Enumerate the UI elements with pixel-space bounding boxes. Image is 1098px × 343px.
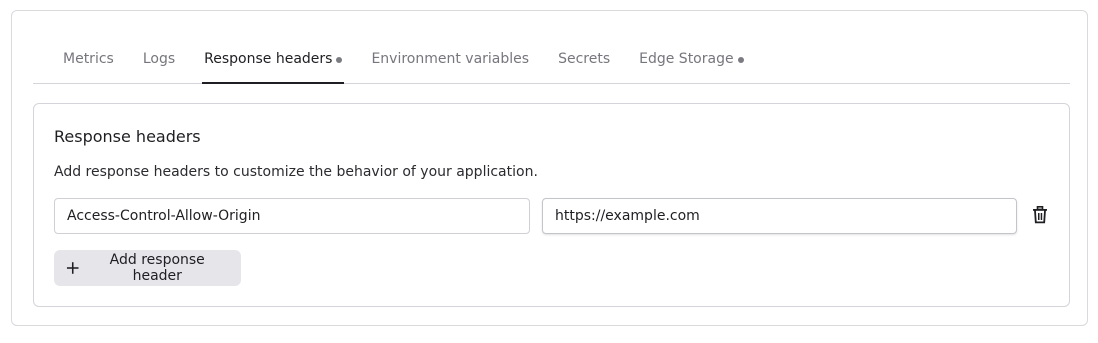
delete-header-button[interactable] (1029, 204, 1051, 226)
tab-secrets[interactable]: Secrets (557, 47, 611, 83)
tab-label: Edge Storage (639, 51, 734, 67)
add-response-header-button[interactable]: Add response header (54, 250, 241, 286)
tab-logs[interactable]: Logs (142, 47, 176, 83)
header-value-input[interactable] (542, 198, 1017, 234)
tab-environment-variables[interactable]: Environment variables (370, 47, 530, 83)
add-button-label: Add response header (109, 252, 205, 284)
tab-bar: Metrics Logs Response headers Environmen… (33, 47, 1070, 84)
modified-dot-indicator (336, 57, 343, 63)
tab-label: Logs (142, 51, 176, 67)
tab-edge-storage[interactable]: Edge Storage (638, 47, 744, 83)
tab-label: Response headers (204, 51, 333, 67)
tab-metrics[interactable]: Metrics (62, 47, 115, 83)
trash-icon (1033, 206, 1047, 224)
modified-dot-indicator (737, 57, 744, 63)
tab-label: Environment variables (371, 51, 530, 67)
tab-label: Secrets (558, 51, 611, 67)
card-description: Add response headers to customize the be… (54, 164, 538, 180)
settings-container: Metrics Logs Response headers Environmen… (11, 10, 1088, 326)
response-headers-card: Response headers Add response headers to… (33, 103, 1070, 307)
plus-icon (66, 262, 79, 274)
header-name-input[interactable] (54, 198, 530, 234)
tab-label: Metrics (63, 51, 114, 67)
tab-response-headers[interactable]: Response headers (202, 47, 345, 84)
card-title: Response headers (54, 127, 201, 146)
